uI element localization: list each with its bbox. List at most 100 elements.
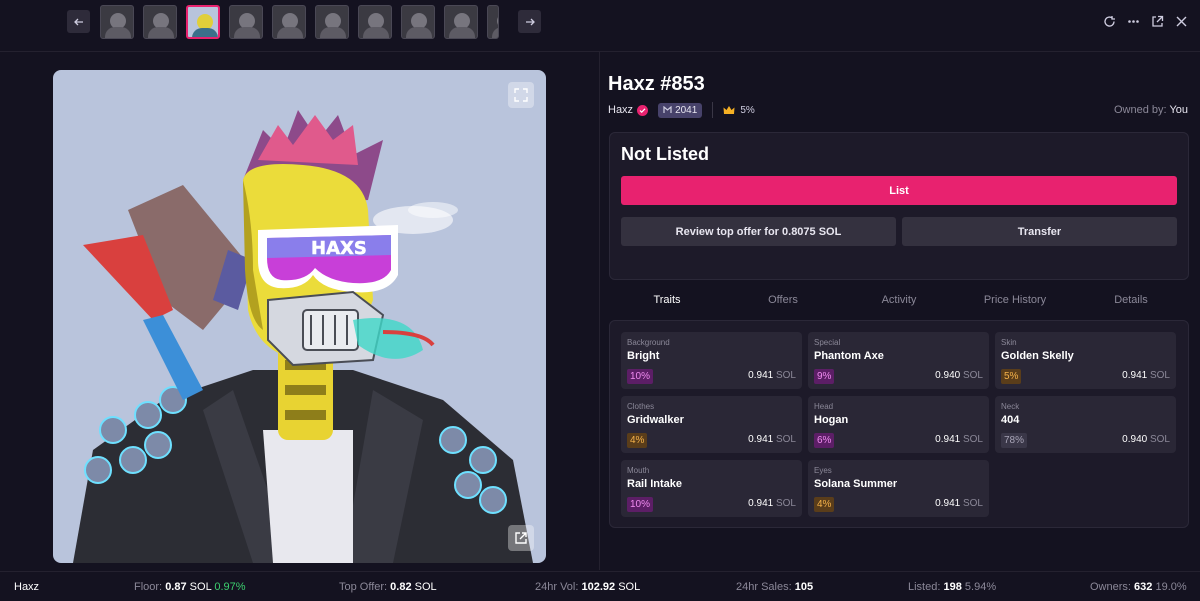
trait-price: 0.940 SOL <box>1122 434 1170 445</box>
thumbnail[interactable] <box>272 5 306 39</box>
footer-listed: Listed: 198 5.94% <box>908 581 996 593</box>
footer-floor: Floor: 0.87 SOL 0.97% <box>134 581 246 593</box>
listing-panel: Not Listed List Review top offer for 0.8… <box>609 132 1189 280</box>
trait-card[interactable]: Background Bright 10% 0.941 SOL <box>621 332 802 389</box>
verified-icon <box>637 104 649 116</box>
footer-owners: Owners: 632 19.0% <box>1090 581 1187 593</box>
trait-value: Phantom Axe <box>814 350 884 362</box>
arrow-left-icon <box>73 18 83 25</box>
offer-unit: SOL <box>414 581 437 593</box>
svg-text:HAXS: HAXS <box>311 238 367 259</box>
trait-price: 0.941 SOL <box>748 434 796 445</box>
thumbnail[interactable] <box>229 5 263 39</box>
footer-top-offer: Top Offer: 0.82 SOL <box>339 581 437 593</box>
thumbnail[interactable] <box>487 5 499 39</box>
nft-image: HAXS <box>53 70 546 563</box>
trait-rarity: 9% <box>814 369 835 384</box>
trait-card[interactable]: Mouth Rail Intake 10% 0.941 SOL <box>621 460 802 517</box>
trait-price-value: 0.940 <box>935 370 961 381</box>
tab-offers[interactable]: Offers <box>725 288 841 312</box>
rank-badge: 2041 <box>658 102 703 118</box>
more-icon[interactable] <box>1126 14 1140 28</box>
trait-price-unit: SOL <box>962 370 983 381</box>
trait-rarity: 5% <box>1001 369 1022 384</box>
crown-icon <box>723 106 735 114</box>
trait-price-unit: SOL <box>775 370 796 381</box>
close-icon[interactable] <box>1174 14 1188 28</box>
top-bar <box>0 0 1200 52</box>
sales-label: 24hr Sales: <box>736 581 792 593</box>
trait-price-unit: SOL <box>962 434 983 445</box>
trait-value: Bright <box>627 350 660 362</box>
trait-price-value: 0.941 <box>748 498 774 509</box>
thumbnail[interactable] <box>401 5 435 39</box>
meta-divider <box>712 102 714 118</box>
trait-type: Head <box>814 402 834 411</box>
thumbnail[interactable] <box>444 5 478 39</box>
trait-value: Gridwalker <box>627 414 684 426</box>
sales-value: 105 <box>794 581 814 593</box>
trait-type: Neck <box>1001 402 1020 411</box>
collection-link[interactable]: Haxz <box>608 104 633 116</box>
trait-price-value: 0.941 <box>935 498 961 509</box>
open-image-button[interactable] <box>508 525 534 551</box>
arrow-right-icon <box>525 18 535 25</box>
owner-name[interactable]: You <box>1169 104 1188 116</box>
owners-value: 632 <box>1134 581 1153 593</box>
review-offer-button[interactable]: Review top offer for 0.8075 SOL <box>621 217 896 246</box>
trait-card[interactable]: Special Phantom Axe 9% 0.940 SOL <box>808 332 989 389</box>
trait-price: 0.941 SOL <box>935 434 983 445</box>
trait-rarity: 10% <box>627 369 654 384</box>
trait-card[interactable]: Eyes Solana Summer 4% 0.941 SOL <box>808 460 989 517</box>
listing-status: Not Listed <box>621 144 709 164</box>
floor-value: 0.87 <box>165 581 187 593</box>
transfer-button[interactable]: Transfer <box>902 217 1177 246</box>
trait-price: 0.941 SOL <box>1122 370 1170 381</box>
tab-activity[interactable]: Activity <box>841 288 957 312</box>
owned-by: Owned by: You <box>1114 104 1188 116</box>
thumbnail[interactable] <box>315 5 349 39</box>
trait-rarity: 78% <box>1001 433 1028 448</box>
fullscreen-button[interactable] <box>508 82 534 108</box>
trait-price-unit: SOL <box>962 498 983 509</box>
thumbnail-active[interactable] <box>186 5 220 39</box>
vol-unit: SOL <box>618 581 641 593</box>
stats-footer: Haxz Floor: 0.87 SOL 0.97% Top Offer: 0.… <box>0 571 1200 601</box>
nft-artwork: HAXS <box>73 110 533 563</box>
trait-card[interactable]: Clothes Gridwalker 4% 0.941 SOL <box>621 396 802 453</box>
trait-card[interactable]: Skin Golden Skelly 5% 0.941 SOL <box>995 332 1176 389</box>
thumbnail-strip <box>100 5 499 39</box>
next-button[interactable] <box>518 10 541 33</box>
list-button[interactable]: List <box>621 176 1177 205</box>
owned-label: Owned by: <box>1113 104 1167 116</box>
nft-title: Haxz #853 <box>608 73 705 95</box>
thumbnail[interactable] <box>100 5 134 39</box>
trait-card[interactable]: Head Hogan 6% 0.941 SOL <box>808 396 989 453</box>
thumbnail[interactable] <box>358 5 392 39</box>
vol-label: 24hr Vol: <box>535 581 579 593</box>
tab-details[interactable]: Details <box>1073 288 1189 312</box>
trait-card[interactable]: Neck 404 78% 0.940 SOL <box>995 396 1176 453</box>
listed-pct: 5.94% <box>964 581 997 593</box>
footer-collection[interactable]: Haxz <box>14 581 39 593</box>
open-external-icon[interactable] <box>1150 14 1164 28</box>
trait-price: 0.941 SOL <box>748 370 796 381</box>
prev-button[interactable] <box>67 10 90 33</box>
listed-label: Listed: <box>908 581 941 593</box>
trait-rarity: 4% <box>627 433 648 448</box>
trait-price-unit: SOL <box>775 498 796 509</box>
tab-price-history[interactable]: Price History <box>957 288 1073 312</box>
thumbnail[interactable] <box>143 5 177 39</box>
rank-value: 2041 <box>675 104 698 116</box>
owners-label: Owners: <box>1090 581 1131 593</box>
trait-value: Solana Summer <box>814 478 898 490</box>
trait-type: Background <box>627 338 670 347</box>
trait-value: Hogan <box>814 414 849 426</box>
trait-type: Mouth <box>627 466 650 475</box>
footer-sales: 24hr Sales: 105 <box>736 581 813 593</box>
trait-price-value: 0.941 <box>935 434 961 445</box>
refresh-icon[interactable] <box>1102 14 1116 28</box>
tab-traits[interactable]: Traits <box>609 288 725 312</box>
vol-value: 102.92 <box>581 581 616 593</box>
royalty: 5% <box>723 105 755 116</box>
